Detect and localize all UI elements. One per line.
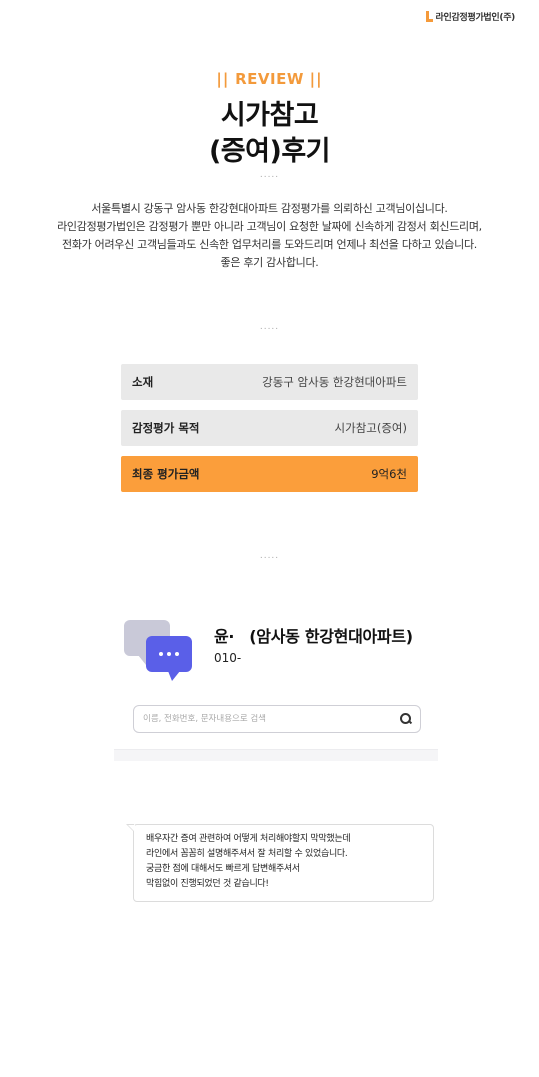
- page-title-line1: 시가참고: [220, 100, 319, 131]
- message-line: 막힘없이 진행되었던 것 같습니다!: [146, 879, 269, 889]
- info-value: 시가참고(증여): [334, 421, 407, 435]
- brand-name: 라인감정평가법인(주): [435, 13, 516, 23]
- info-value: 9억6천: [371, 467, 407, 481]
- message-line: 라인에서 꼼꼼히 설명해주셔서 잘 처리할 수 있었습니다.: [146, 849, 348, 859]
- message-line: 궁금한 점에 대해서도 빠르게 답변해주셔서: [146, 864, 300, 874]
- description-line: 라인감정평가법인은 감정평가 뿐만 아니라 고객님이 요청한 날짜에 신속하게 …: [57, 220, 482, 233]
- review-tag-bars-right: ||: [309, 70, 323, 88]
- separator-dots: .....: [259, 170, 280, 180]
- brand-logo: 라인감정평가법인(주): [425, 10, 516, 23]
- contact-place: (암사동 한강현대아파트): [249, 627, 413, 646]
- review-tag-label: REVIEW: [235, 70, 304, 88]
- search-bar[interactable]: [133, 705, 421, 733]
- page-title-line2: (증여)후기: [208, 136, 331, 167]
- review-description: 서울특별시 강동구 암사동 한강현대아파트 감정평가를 의뢰하신 고객님이십니다…: [0, 200, 539, 272]
- message-line: 배우자간 증여 관련하여 어떻게 처리해야할지 막막했는데: [146, 834, 351, 844]
- review-tag: || REVIEW ||: [0, 70, 539, 88]
- chat-bubble-front-icon: [146, 636, 192, 681]
- info-row-final-amount: 최종 평가금액 9억6천: [121, 456, 418, 492]
- search-icon[interactable]: [400, 713, 412, 725]
- info-row-location: 소재 강동구 암사동 한강현대아파트: [121, 364, 418, 400]
- brand-logo-mark-icon: [425, 11, 433, 22]
- separator-dots: .....: [259, 322, 280, 332]
- contact-name: 윤· (암사동 한강현대아파트): [214, 623, 413, 647]
- search-input[interactable]: [143, 714, 383, 724]
- section-divider: [114, 749, 438, 761]
- contact-name-initial: 윤·: [214, 627, 235, 646]
- contact-phone: 010-: [214, 651, 242, 665]
- message-bubble: 배우자간 증여 관련하여 어떻게 처리해야할지 막막했는데 라인에서 꼼꼼히 설…: [126, 824, 434, 902]
- info-label: 최종 평가금액: [132, 467, 200, 481]
- review-tag-bars-left: ||: [216, 70, 230, 88]
- description-line: 전화가 어려우신 고객님들과도 신속한 업무처리를 도와드리며 언제나 최선을 …: [62, 238, 477, 251]
- chat-bubbles-icon: [124, 620, 194, 682]
- description-line: 서울특별시 강동구 암사동 한강현대아파트 감정평가를 의뢰하신 고객님이십니다…: [91, 202, 448, 215]
- info-row-purpose: 감정평가 목적 시가참고(증여): [121, 410, 418, 446]
- separator-dots: .....: [259, 551, 280, 561]
- info-label: 소재: [132, 375, 154, 389]
- info-label: 감정평가 목적: [132, 421, 200, 435]
- info-value: 강동구 암사동 한강현대아파트: [262, 375, 407, 389]
- description-line: 좋은 후기 감사합니다.: [220, 256, 319, 269]
